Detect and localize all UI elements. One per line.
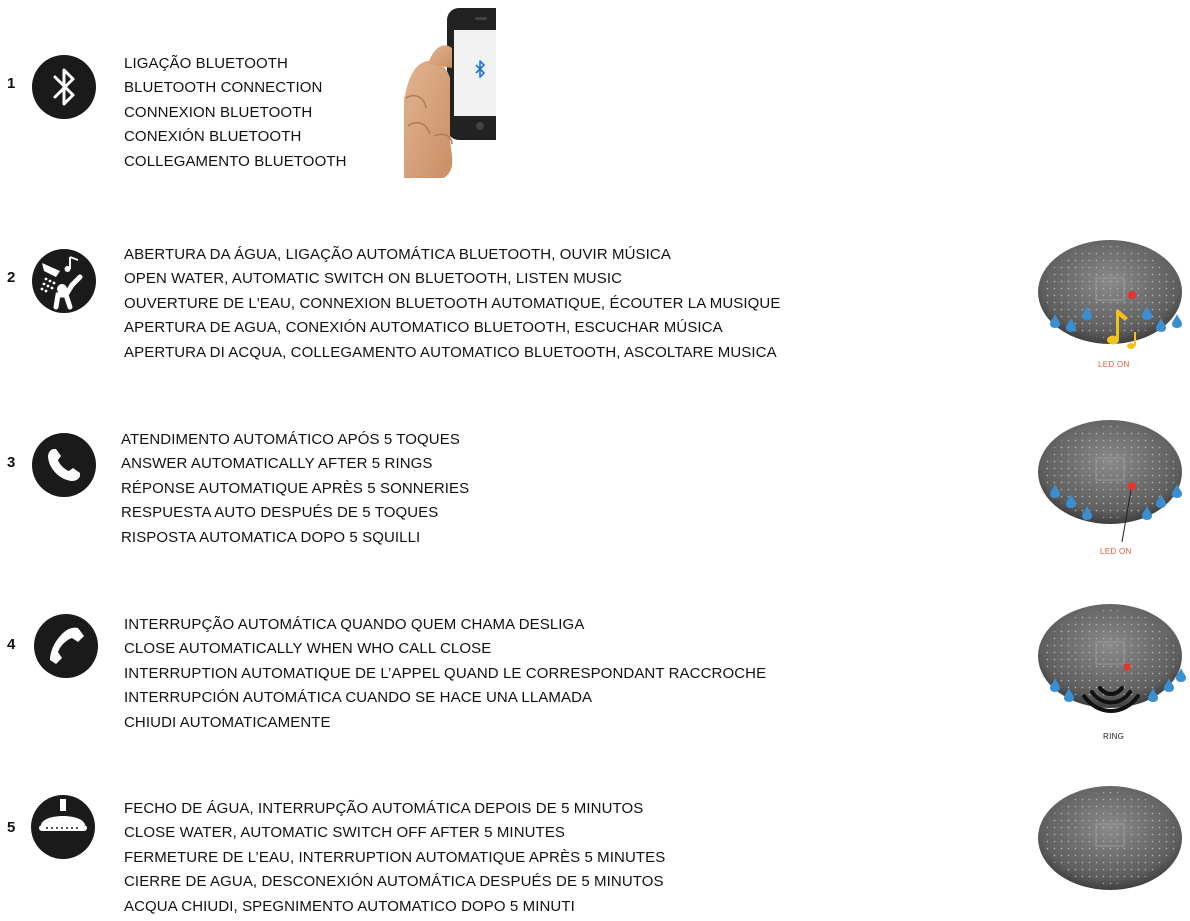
text-line: RESPUESTA AUTO DESPUÉS DE 5 TOQUES	[121, 504, 439, 522]
shower-illustration-off	[1030, 762, 1190, 912]
phone-hangup-icon	[34, 614, 98, 678]
text-line: INTERRUPTION AUTOMATIQUE DE L’APPEL QUAN…	[124, 664, 767, 682]
bluetooth-icon	[32, 55, 96, 119]
text-line: CONEXIÓN BLUETOOTH	[124, 128, 302, 146]
text-line: OUVERTURE DE L'EAU, CONNEXION BLUETOOTH …	[124, 294, 781, 312]
text-line: CHIUDI AUTOMATICAMENTE	[124, 713, 331, 731]
text-line: APERTURA DE AGUA, CONEXIÓN AUTOMATICO BL…	[124, 319, 723, 337]
ring-caption: RING	[1103, 732, 1125, 741]
led-on-caption: LED ON	[1100, 547, 1132, 556]
step-4-text: INTERRUPÇÃO AUTOMÁTICA QUANDO QUEM CHAMA…	[124, 613, 766, 735]
text-line: RISPOSTA AUTOMATICA DOPO 5 SQUILLI	[121, 528, 421, 546]
text-line: CLOSE AUTOMATICALLY WHEN WHO CALL CLOSE	[124, 640, 492, 658]
text-line: OPEN WATER, AUTOMATIC SWITCH ON BLUETOOT…	[124, 270, 623, 288]
text-line: ANSWER AUTOMATICALLY AFTER 5 RINGS	[121, 455, 433, 473]
step-number: 5	[7, 819, 16, 836]
text-line: CONNEXION BLUETOOTH	[124, 103, 313, 121]
text-line: RÉPONSE AUTOMATIQUE APRÈS 5 SONNERIES	[121, 479, 470, 497]
shower-illustration-music: LED ON	[1030, 202, 1190, 369]
step-1-text: LIGAÇÃO BLUETOOTH BLUETOOTH CONNECTION C…	[124, 52, 347, 174]
text-line: INTERRUPCIÓN AUTOMÁTICA CUANDO SE HACE U…	[124, 689, 593, 707]
step-3-text: ATENDIMENTO AUTOMÁTICO APÓS 5 TOQUES ANS…	[121, 428, 469, 550]
text-line: ACQUA CHIUDI, SPEGNIMENTO AUTOMATICO DOP…	[124, 897, 575, 915]
shower-illustration-ring: RING	[1030, 578, 1190, 741]
step-2-text: ABERTURA DA ÁGUA, LIGAÇÃO AUTOMÁTICA BLU…	[124, 243, 780, 365]
text-line: COLLEGAMENTO BLUETOOTH	[124, 152, 347, 170]
shower-head-icon	[31, 795, 95, 859]
text-line: ABERTURA DA ÁGUA, LIGAÇÃO AUTOMÁTICA BLU…	[124, 246, 671, 263]
text-line: BLUETOOTH CONNECTION	[124, 79, 323, 97]
shower-music-icon	[32, 249, 96, 313]
step-number: 3	[7, 454, 16, 471]
step-number: 4	[7, 636, 16, 653]
step-number: 1	[7, 75, 16, 92]
phone-answer-icon	[32, 433, 96, 497]
smartphone-in-hand-image	[404, 8, 496, 178]
text-line: CLOSE WATER, AUTOMATIC SWITCH OFF AFTER …	[124, 824, 566, 842]
text-line: INTERRUPÇÃO AUTOMÁTICA QUANDO QUEM CHAMA…	[124, 616, 585, 633]
step-number: 2	[7, 269, 16, 286]
step-5-text: FECHO DE ÁGUA, INTERRUPÇÃO AUTOMÁTICA DE…	[124, 797, 665, 919]
text-line: FECHO DE ÁGUA, INTERRUPÇÃO AUTOMÁTICA DE…	[124, 800, 644, 817]
text-line: ATENDIMENTO AUTOMÁTICO APÓS 5 TOQUES	[121, 431, 460, 448]
led-on-caption: LED ON	[1098, 360, 1130, 369]
text-line: FERMETURE DE L’EAU, INTERRUPTION AUTOMAT…	[124, 848, 666, 866]
text-line: CIERRE DE AGUA, DESCONEXIÓN AUTOMÁTICA D…	[124, 873, 664, 891]
text-line: LIGAÇÃO BLUETOOTH	[124, 55, 288, 72]
text-line: APERTURA DI ACQUA, COLLEGAMENTO AUTOMATI…	[124, 343, 777, 361]
shower-illustration-answer: LED ON	[1030, 394, 1190, 556]
